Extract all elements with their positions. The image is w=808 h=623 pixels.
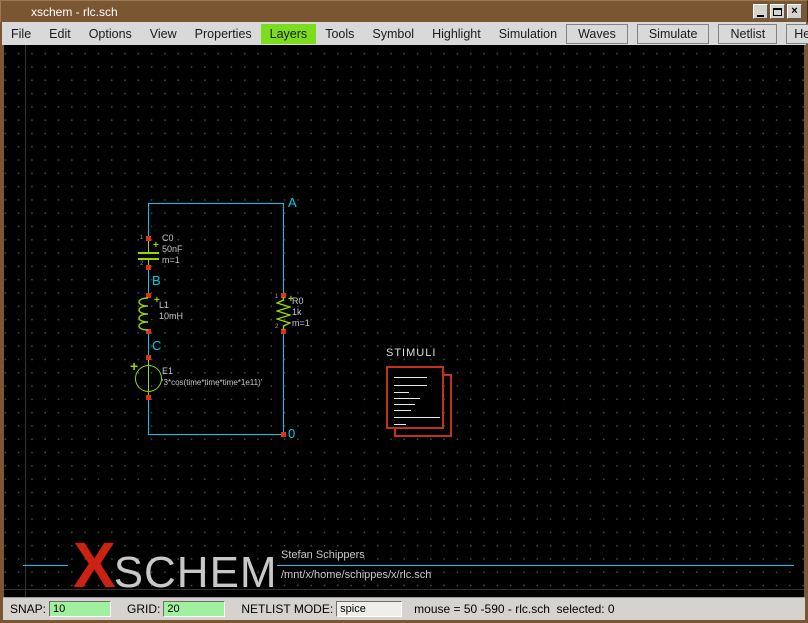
- titleblock-line-right: [277, 565, 794, 566]
- menu-view[interactable]: View: [141, 24, 186, 44]
- menu-edit[interactable]: Edit: [40, 24, 80, 44]
- menu-layers[interactable]: Layers: [261, 24, 317, 44]
- grid-label: GRID:: [127, 602, 160, 616]
- titlebar[interactable]: xschem - rlc.sch ×: [0, 0, 808, 22]
- stimuli-label: STIMULI: [386, 347, 436, 359]
- netlist-mode-input[interactable]: [336, 601, 402, 617]
- logo-schem-text: SCHEM: [114, 551, 278, 595]
- resistor-value: 1k: [292, 308, 302, 318]
- wire-top[interactable]: [148, 203, 284, 204]
- schematic-canvas[interactable]: A B C 0 + 1 2 C0 50nF m=1 + L1 10mH + E1…: [4, 45, 804, 597]
- menubar: File Edit Options View Properties Layers…: [2, 22, 806, 45]
- titleblock-line-left: [23, 565, 68, 566]
- menubar-right: Waves Simulate Netlist Help: [566, 24, 808, 44]
- wire-left-2[interactable]: [148, 267, 149, 296]
- resistor-name: R0: [292, 297, 304, 307]
- inductor-name: L1: [159, 301, 169, 311]
- capacitor-pin-2: [146, 265, 151, 270]
- menu-symbol[interactable]: Symbol: [363, 24, 423, 44]
- stimuli-text-line: [394, 417, 440, 418]
- capacitor-pinnum-1: 1: [140, 235, 143, 241]
- grid-input[interactable]: [163, 601, 225, 617]
- capacitor-plate-top: [138, 252, 159, 254]
- maximize-button[interactable]: [770, 4, 785, 19]
- menu-simulation[interactable]: Simulation: [490, 24, 566, 44]
- capacitor-pinnum-2: 2: [140, 261, 143, 267]
- source-polarity-mark: +: [130, 359, 138, 373]
- source-pin-2: [146, 395, 151, 400]
- capacitor-polarity-mark: +: [153, 241, 159, 251]
- inductor-value: 10mH: [159, 312, 183, 322]
- corner-pin: [281, 432, 286, 437]
- capacitor-mult: m=1: [162, 256, 180, 266]
- resistor-pinnum-1: 1: [275, 294, 278, 300]
- axis-line-vertical: [25, 45, 26, 597]
- capacitor-name: C0: [162, 234, 174, 244]
- node-label-c[interactable]: C: [152, 339, 161, 352]
- capacitor-pin-1: [146, 236, 151, 241]
- menu-highlight[interactable]: Highlight: [423, 24, 490, 44]
- help-button[interactable]: Help: [786, 24, 808, 44]
- stimuli-text-line: [394, 377, 427, 378]
- inductor-coil: [134, 297, 150, 331]
- menu-file[interactable]: File: [2, 24, 40, 44]
- netlist-mode-label: NETLIST MODE:: [241, 602, 333, 616]
- resistor-mult: m=1: [292, 319, 310, 329]
- source-name: E1: [162, 367, 173, 377]
- xschem-logo[interactable]: X SCHEM: [73, 533, 278, 597]
- minimize-button[interactable]: [753, 4, 768, 19]
- minimize-icon: [757, 15, 764, 17]
- stimuli-text-line: [394, 398, 420, 399]
- snap-label: SNAP:: [10, 602, 46, 616]
- maximize-icon: [773, 8, 782, 16]
- close-icon: ×: [791, 6, 797, 17]
- snap-input[interactable]: [49, 601, 111, 617]
- source-circle: [135, 365, 162, 392]
- stimuli-text-line: [394, 410, 411, 411]
- wire-left-4[interactable]: [148, 397, 149, 435]
- wire-right-1[interactable]: [283, 203, 284, 293]
- stimuli-text-line: [394, 404, 415, 405]
- source-pin-1: [146, 355, 151, 360]
- window-controls: ×: [753, 4, 802, 19]
- stimuli-sheet-front: [386, 366, 444, 429]
- window-title: xschem - rlc.sch: [31, 5, 118, 19]
- resistor-pinnum-2: 2: [275, 324, 278, 330]
- wire-right-2[interactable]: [283, 332, 284, 435]
- simulate-button[interactable]: Simulate: [637, 24, 710, 44]
- menu-tools[interactable]: Tools: [316, 24, 363, 44]
- menu-options[interactable]: Options: [80, 24, 141, 44]
- netlist-button[interactable]: Netlist: [718, 24, 777, 44]
- stimuli-text-line: [394, 392, 409, 393]
- logo-x-glyph: X: [73, 533, 114, 597]
- stimuli-text-line: [394, 424, 406, 425]
- close-button[interactable]: ×: [787, 4, 802, 19]
- stimuli-text-line: [394, 385, 427, 386]
- capacitor-value: 50nF: [162, 245, 183, 255]
- waves-button[interactable]: Waves: [566, 24, 628, 44]
- node-label-b[interactable]: B: [152, 274, 161, 287]
- titleblock-author[interactable]: Stefan Schippers: [281, 549, 365, 561]
- menu-properties[interactable]: Properties: [186, 24, 261, 44]
- titleblock-path[interactable]: /mnt/x/home/schippes/x/rlc.sch: [281, 569, 431, 581]
- node-label-gnd[interactable]: 0: [288, 427, 295, 440]
- wire-left-1[interactable]: [148, 203, 149, 239]
- mouse-status-text: mouse = 50 -590 - rlc.sch selected: 0: [414, 602, 614, 616]
- wire-bottom[interactable]: [148, 434, 284, 435]
- source-value: '3*cos(time*time*time*1e11)': [162, 379, 262, 388]
- statusbar: SNAP: GRID: NETLIST MODE: mouse = 50 -59…: [3, 597, 805, 620]
- node-label-a[interactable]: A: [288, 196, 297, 209]
